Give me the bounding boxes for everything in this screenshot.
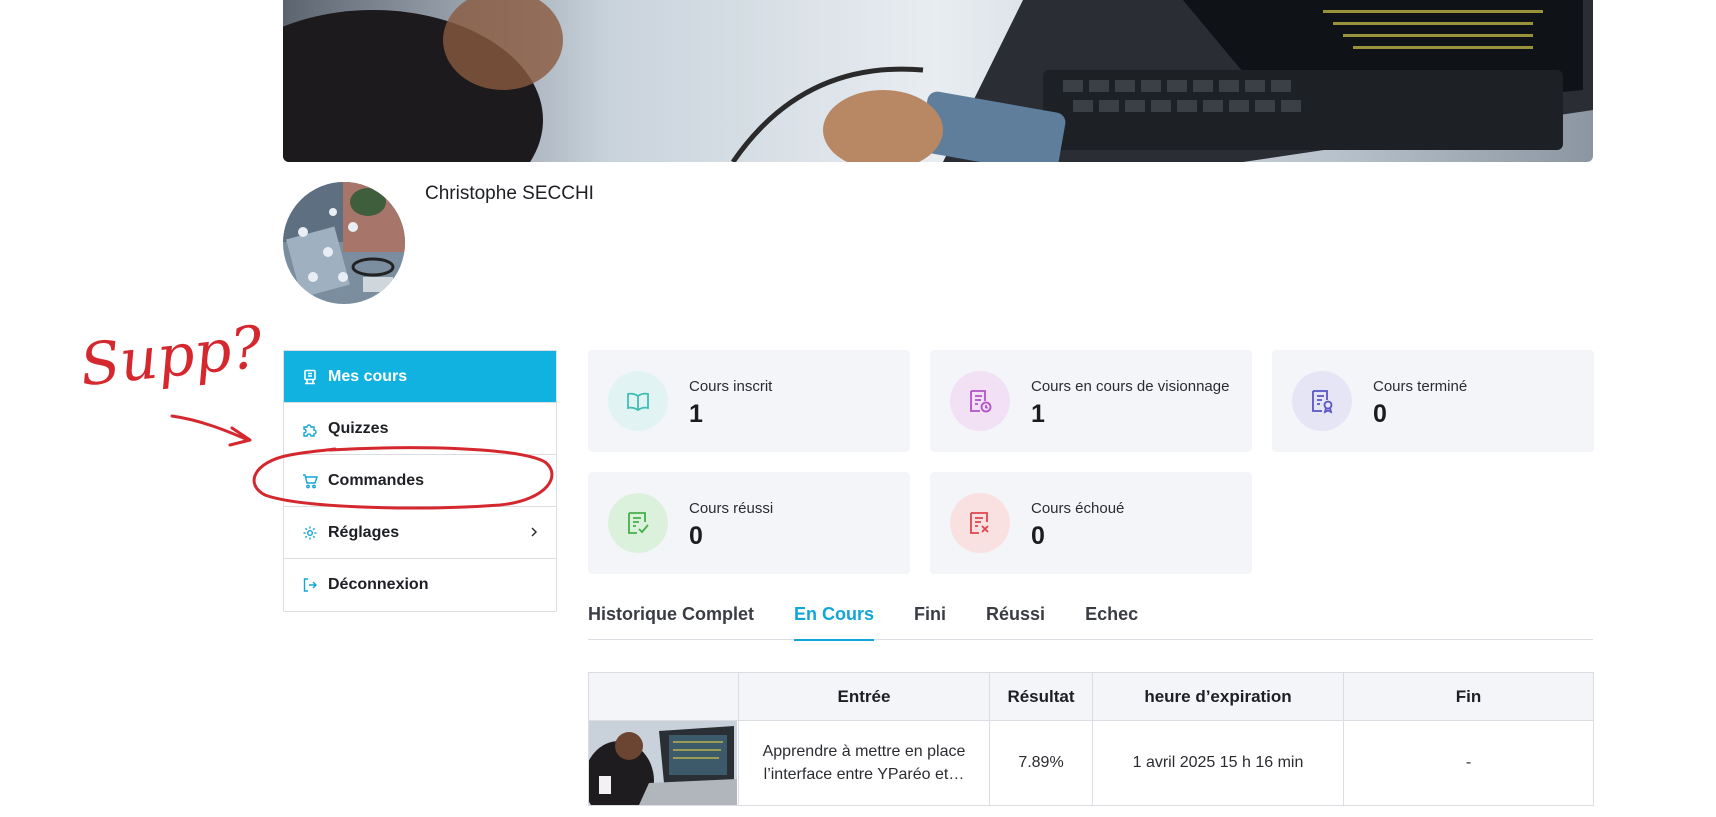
sidebar-item-label: Mes cours [328, 367, 408, 385]
course-expiration-cell: 1 avril 2025 15 h 16 min [1092, 720, 1344, 806]
course-entry-cell[interactable]: Apprendre à mettre en place l’interface … [738, 720, 990, 806]
stat-card-cours-echoue: Cours échoué 0 [930, 472, 1252, 574]
sidebar-item-mes-cours[interactable]: Mes cours [284, 351, 556, 403]
stat-card-cours-en-cours: Cours en cours de visionnage 1 [930, 350, 1252, 452]
column-header-expiration: heure d’expiration [1092, 672, 1344, 721]
course-end-cell: - [1343, 720, 1594, 806]
stat-value: 1 [689, 400, 703, 428]
document-x-icon [950, 493, 1010, 553]
profile-cover-image [283, 0, 1593, 162]
sidebar-item-label: Commandes [328, 471, 425, 489]
stat-label: Cours échoué [1031, 500, 1125, 517]
stat-value: 1 [1031, 400, 1045, 428]
column-header-thumbnail [588, 672, 739, 721]
table-row[interactable]: Apprendre à mettre en place l’interface … [588, 720, 1594, 806]
tab-echec[interactable]: Echec [1085, 598, 1138, 640]
sidebar-item-commandes[interactable]: Commandes [284, 455, 556, 507]
tab-reussi[interactable]: Réussi [986, 598, 1045, 640]
stat-label: Cours réussi [689, 500, 774, 517]
sidebar-item-label: Quizzes [328, 419, 389, 437]
profile-name: Christophe SECCHI [425, 183, 594, 204]
document-clock-icon [950, 371, 1010, 431]
stat-label: Cours terminé [1373, 378, 1468, 395]
tab-historique-complet[interactable]: Historique Complet [588, 598, 754, 640]
sidebar-item-label: Réglages [328, 523, 400, 541]
chevron-right-icon [531, 527, 538, 537]
stat-card-cours-termine: Cours terminé 0 [1272, 350, 1594, 452]
table-header-row: Entrée Résultat heure d’expiration Fin [588, 672, 1594, 721]
stat-label: Cours inscrit [689, 378, 773, 395]
tab-en-cours[interactable]: En Cours [794, 598, 875, 641]
cart-icon [302, 473, 318, 489]
column-header-resultat: Résultat [989, 672, 1093, 721]
avatar[interactable] [283, 182, 405, 304]
puzzle-icon [302, 421, 318, 437]
course-thumbnail[interactable] [588, 720, 739, 806]
sidebar-item-quizzes[interactable]: Quizzes [284, 403, 556, 455]
stat-card-cours-inscrit: Cours inscrit 1 [588, 350, 910, 452]
course-table: Entrée Résultat heure d’expiration Fin A [588, 672, 1594, 806]
tab-fini[interactable]: Fini [914, 598, 946, 640]
open-book-icon [608, 371, 668, 431]
gear-icon [302, 525, 318, 541]
column-header-entree: Entrée [738, 672, 990, 721]
stat-value: 0 [1031, 522, 1045, 550]
stat-label: Cours en cours de visionnage [1031, 378, 1230, 395]
column-header-fin: Fin [1343, 672, 1594, 721]
stat-value: 0 [689, 522, 703, 550]
sidebar-item-deconnexion[interactable]: Déconnexion [284, 559, 556, 611]
document-check-icon [608, 493, 668, 553]
document-award-icon [1292, 371, 1352, 431]
course-result-cell: 7.89% [989, 720, 1093, 806]
sidebar-item-label: Déconnexion [328, 576, 429, 593]
annotation-text: Supp? [76, 312, 266, 400]
sidebar-item-reglages[interactable]: Réglages [284, 507, 556, 559]
course-history-tabs: Historique Complet En Cours Fini Réussi … [588, 598, 1593, 641]
course-title[interactable]: Apprendre à mettre en place l’interface … [739, 740, 989, 786]
stat-card-cours-reussi: Cours réussi 0 [588, 472, 910, 574]
logout-icon [302, 577, 318, 593]
book-board-icon [302, 369, 318, 385]
stat-value: 0 [1373, 400, 1387, 428]
account-sidebar-menu: Mes cours Quizzes Commandes Réglages Déc… [283, 350, 557, 612]
